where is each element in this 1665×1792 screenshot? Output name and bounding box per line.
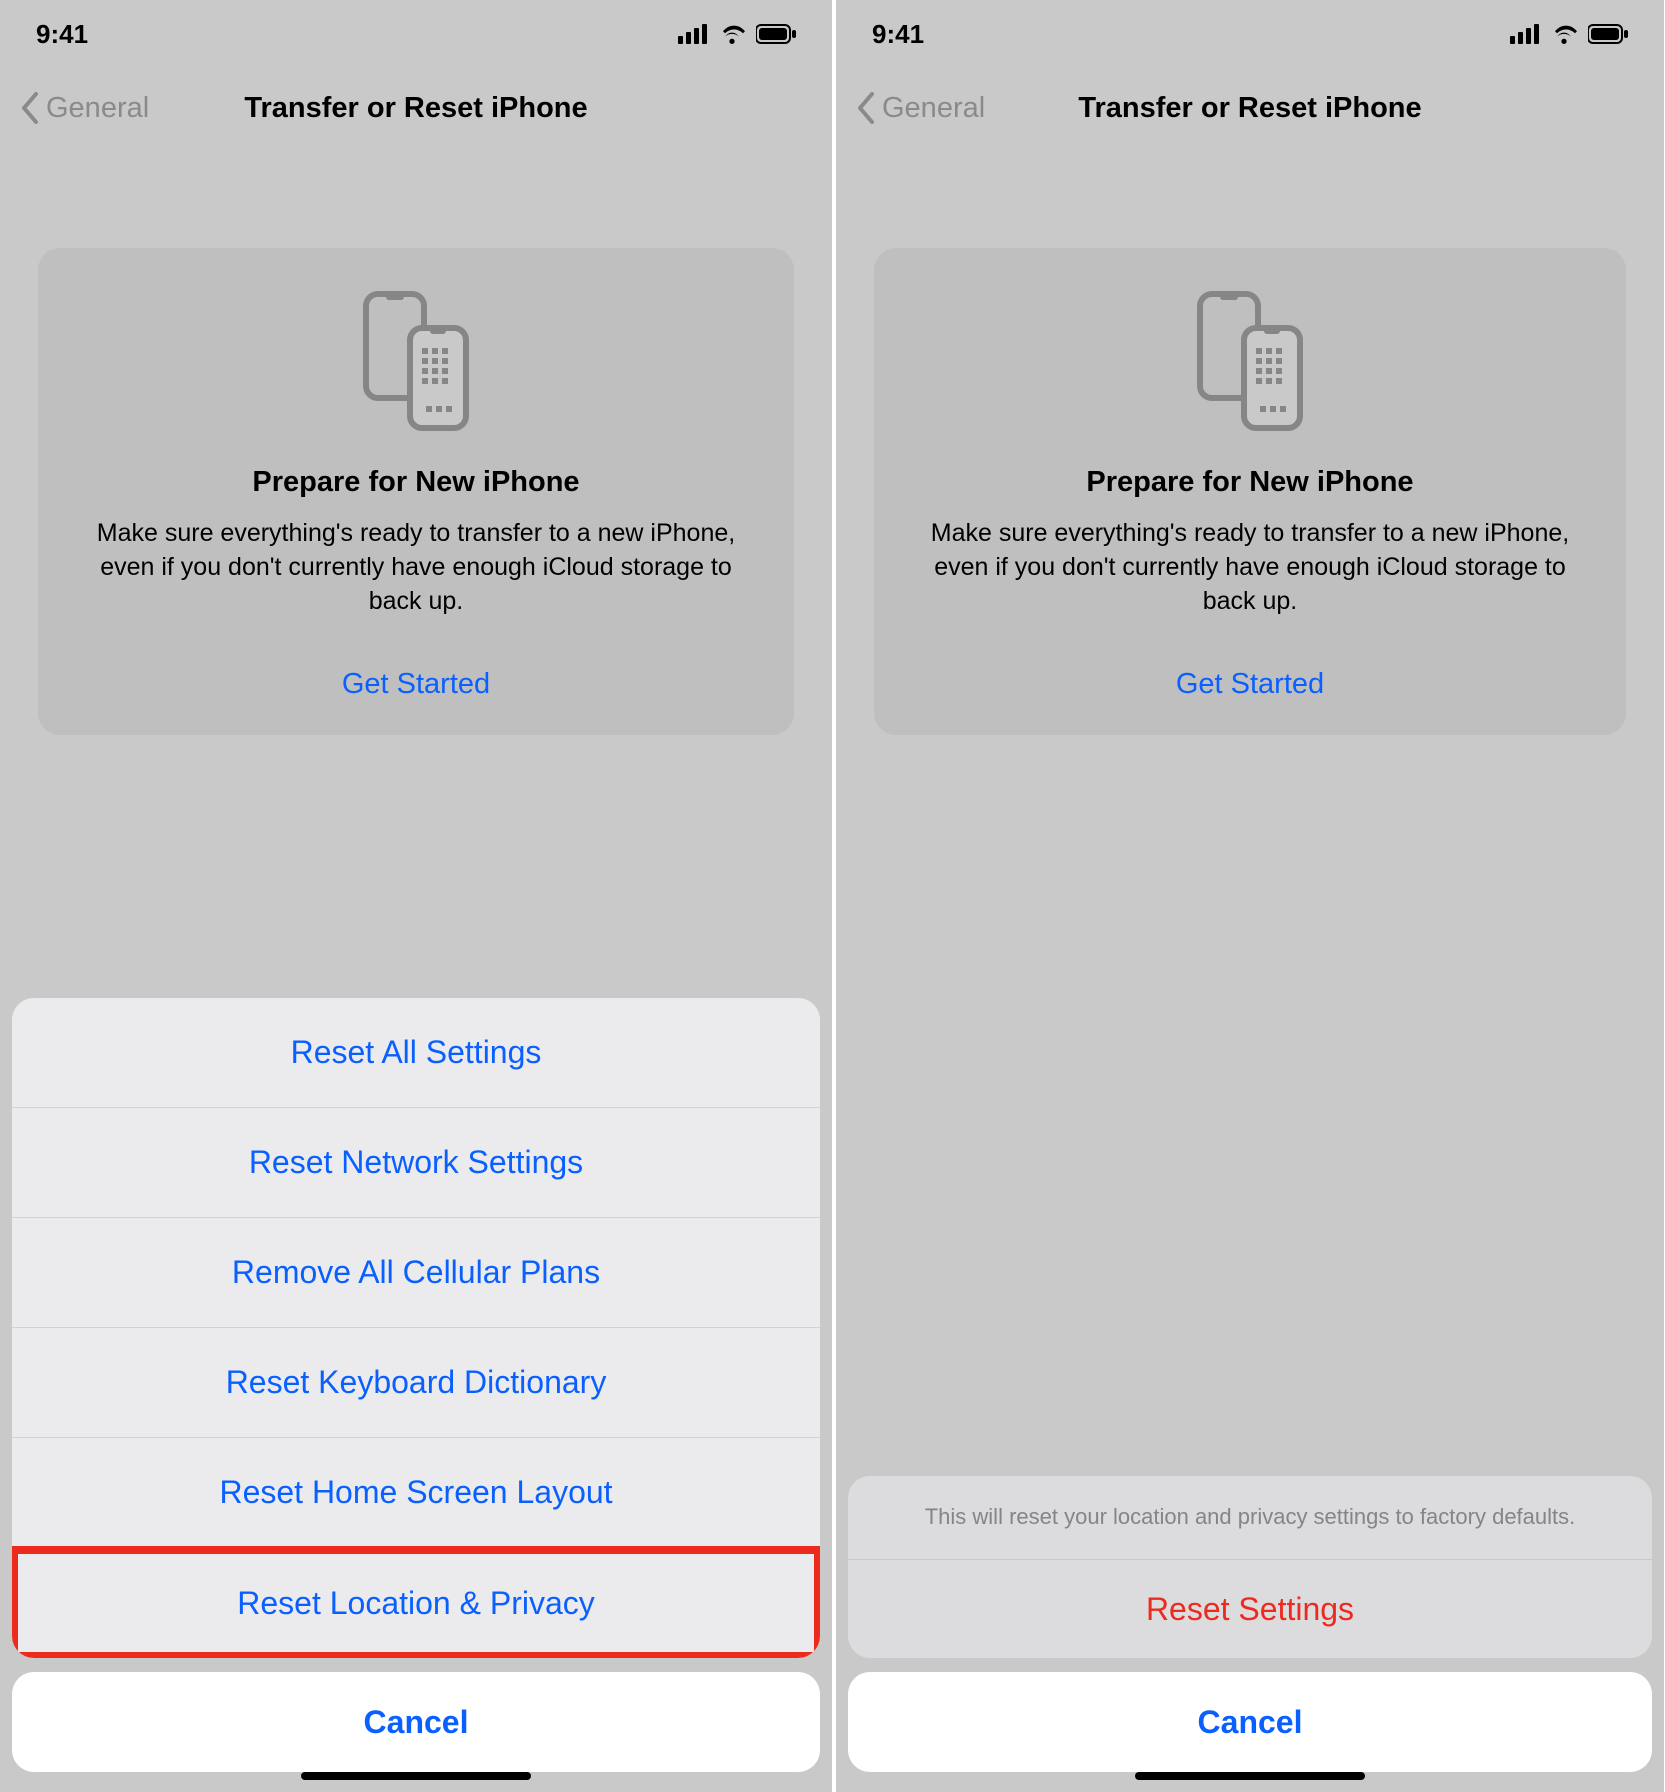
transfer-devices-icon <box>68 286 764 436</box>
status-right <box>678 24 796 44</box>
cellular-icon <box>1510 24 1540 44</box>
confirm-group: This will reset your location and privac… <box>848 1476 1652 1658</box>
transfer-devices-icon <box>904 286 1596 436</box>
cancel-button[interactable]: Cancel <box>848 1672 1652 1772</box>
reset-all-settings[interactable]: Reset All Settings <box>12 998 820 1108</box>
reset-location-privacy-label: Reset Location & Privacy <box>237 1585 595 1622</box>
reset-location-privacy[interactable]: Reset Location & Privacy <box>12 1548 820 1658</box>
wifi-icon <box>1550 24 1578 44</box>
status-right <box>1510 24 1628 44</box>
reset-keyboard-dictionary[interactable]: Reset Keyboard Dictionary <box>12 1328 820 1438</box>
prepare-card: Prepare for New iPhone Make sure everyth… <box>874 248 1626 735</box>
get-started-link[interactable]: Get Started <box>68 668 764 701</box>
back-button[interactable]: General <box>856 92 985 125</box>
prepare-title: Prepare for New iPhone <box>904 466 1596 499</box>
chevron-left-icon <box>20 92 40 124</box>
reset-options-group: Reset All Settings Reset Network Setting… <box>12 998 820 1658</box>
reset-home-screen-layout[interactable]: Reset Home Screen Layout <box>12 1438 820 1548</box>
status-time: 9:41 <box>36 19 88 50</box>
nav-bar: General Transfer or Reset iPhone <box>836 68 1664 148</box>
prepare-card: Prepare for New iPhone Make sure everyth… <box>38 248 794 735</box>
battery-icon <box>756 24 796 44</box>
prepare-subtitle: Make sure everything's ready to transfer… <box>904 517 1596 618</box>
get-started-link[interactable]: Get Started <box>904 668 1596 701</box>
reset-network-settings[interactable]: Reset Network Settings <box>12 1108 820 1218</box>
home-indicator[interactable] <box>1135 1772 1365 1780</box>
status-bar: 9:41 <box>836 0 1664 68</box>
reset-settings-button[interactable]: Reset Settings <box>848 1560 1652 1658</box>
wifi-icon <box>718 24 746 44</box>
confirm-action-sheet: This will reset your location and privac… <box>848 1476 1652 1772</box>
reset-action-sheet: Reset All Settings Reset Network Setting… <box>12 998 820 1772</box>
cellular-icon <box>678 24 708 44</box>
prepare-subtitle: Make sure everything's ready to transfer… <box>68 517 764 618</box>
chevron-left-icon <box>856 92 876 124</box>
page-title: Transfer or Reset iPhone <box>244 92 587 125</box>
prepare-title: Prepare for New iPhone <box>68 466 764 499</box>
status-bar: 9:41 <box>0 0 832 68</box>
back-label: General <box>46 92 149 125</box>
cancel-button[interactable]: Cancel <box>12 1672 820 1772</box>
screen-right: 9:41 General Transfer or Reset iPhone <box>832 0 1664 1792</box>
screen-left: 9:41 General Transfer or Reset iPhone <box>0 0 832 1792</box>
home-indicator[interactable] <box>301 1772 531 1780</box>
confirm-message: This will reset your location and privac… <box>848 1476 1652 1560</box>
back-button[interactable]: General <box>20 92 149 125</box>
back-label: General <box>882 92 985 125</box>
battery-icon <box>1588 24 1628 44</box>
remove-all-cellular-plans[interactable]: Remove All Cellular Plans <box>12 1218 820 1328</box>
nav-bar: General Transfer or Reset iPhone <box>0 68 832 148</box>
status-time: 9:41 <box>872 19 924 50</box>
page-title: Transfer or Reset iPhone <box>1078 92 1421 125</box>
